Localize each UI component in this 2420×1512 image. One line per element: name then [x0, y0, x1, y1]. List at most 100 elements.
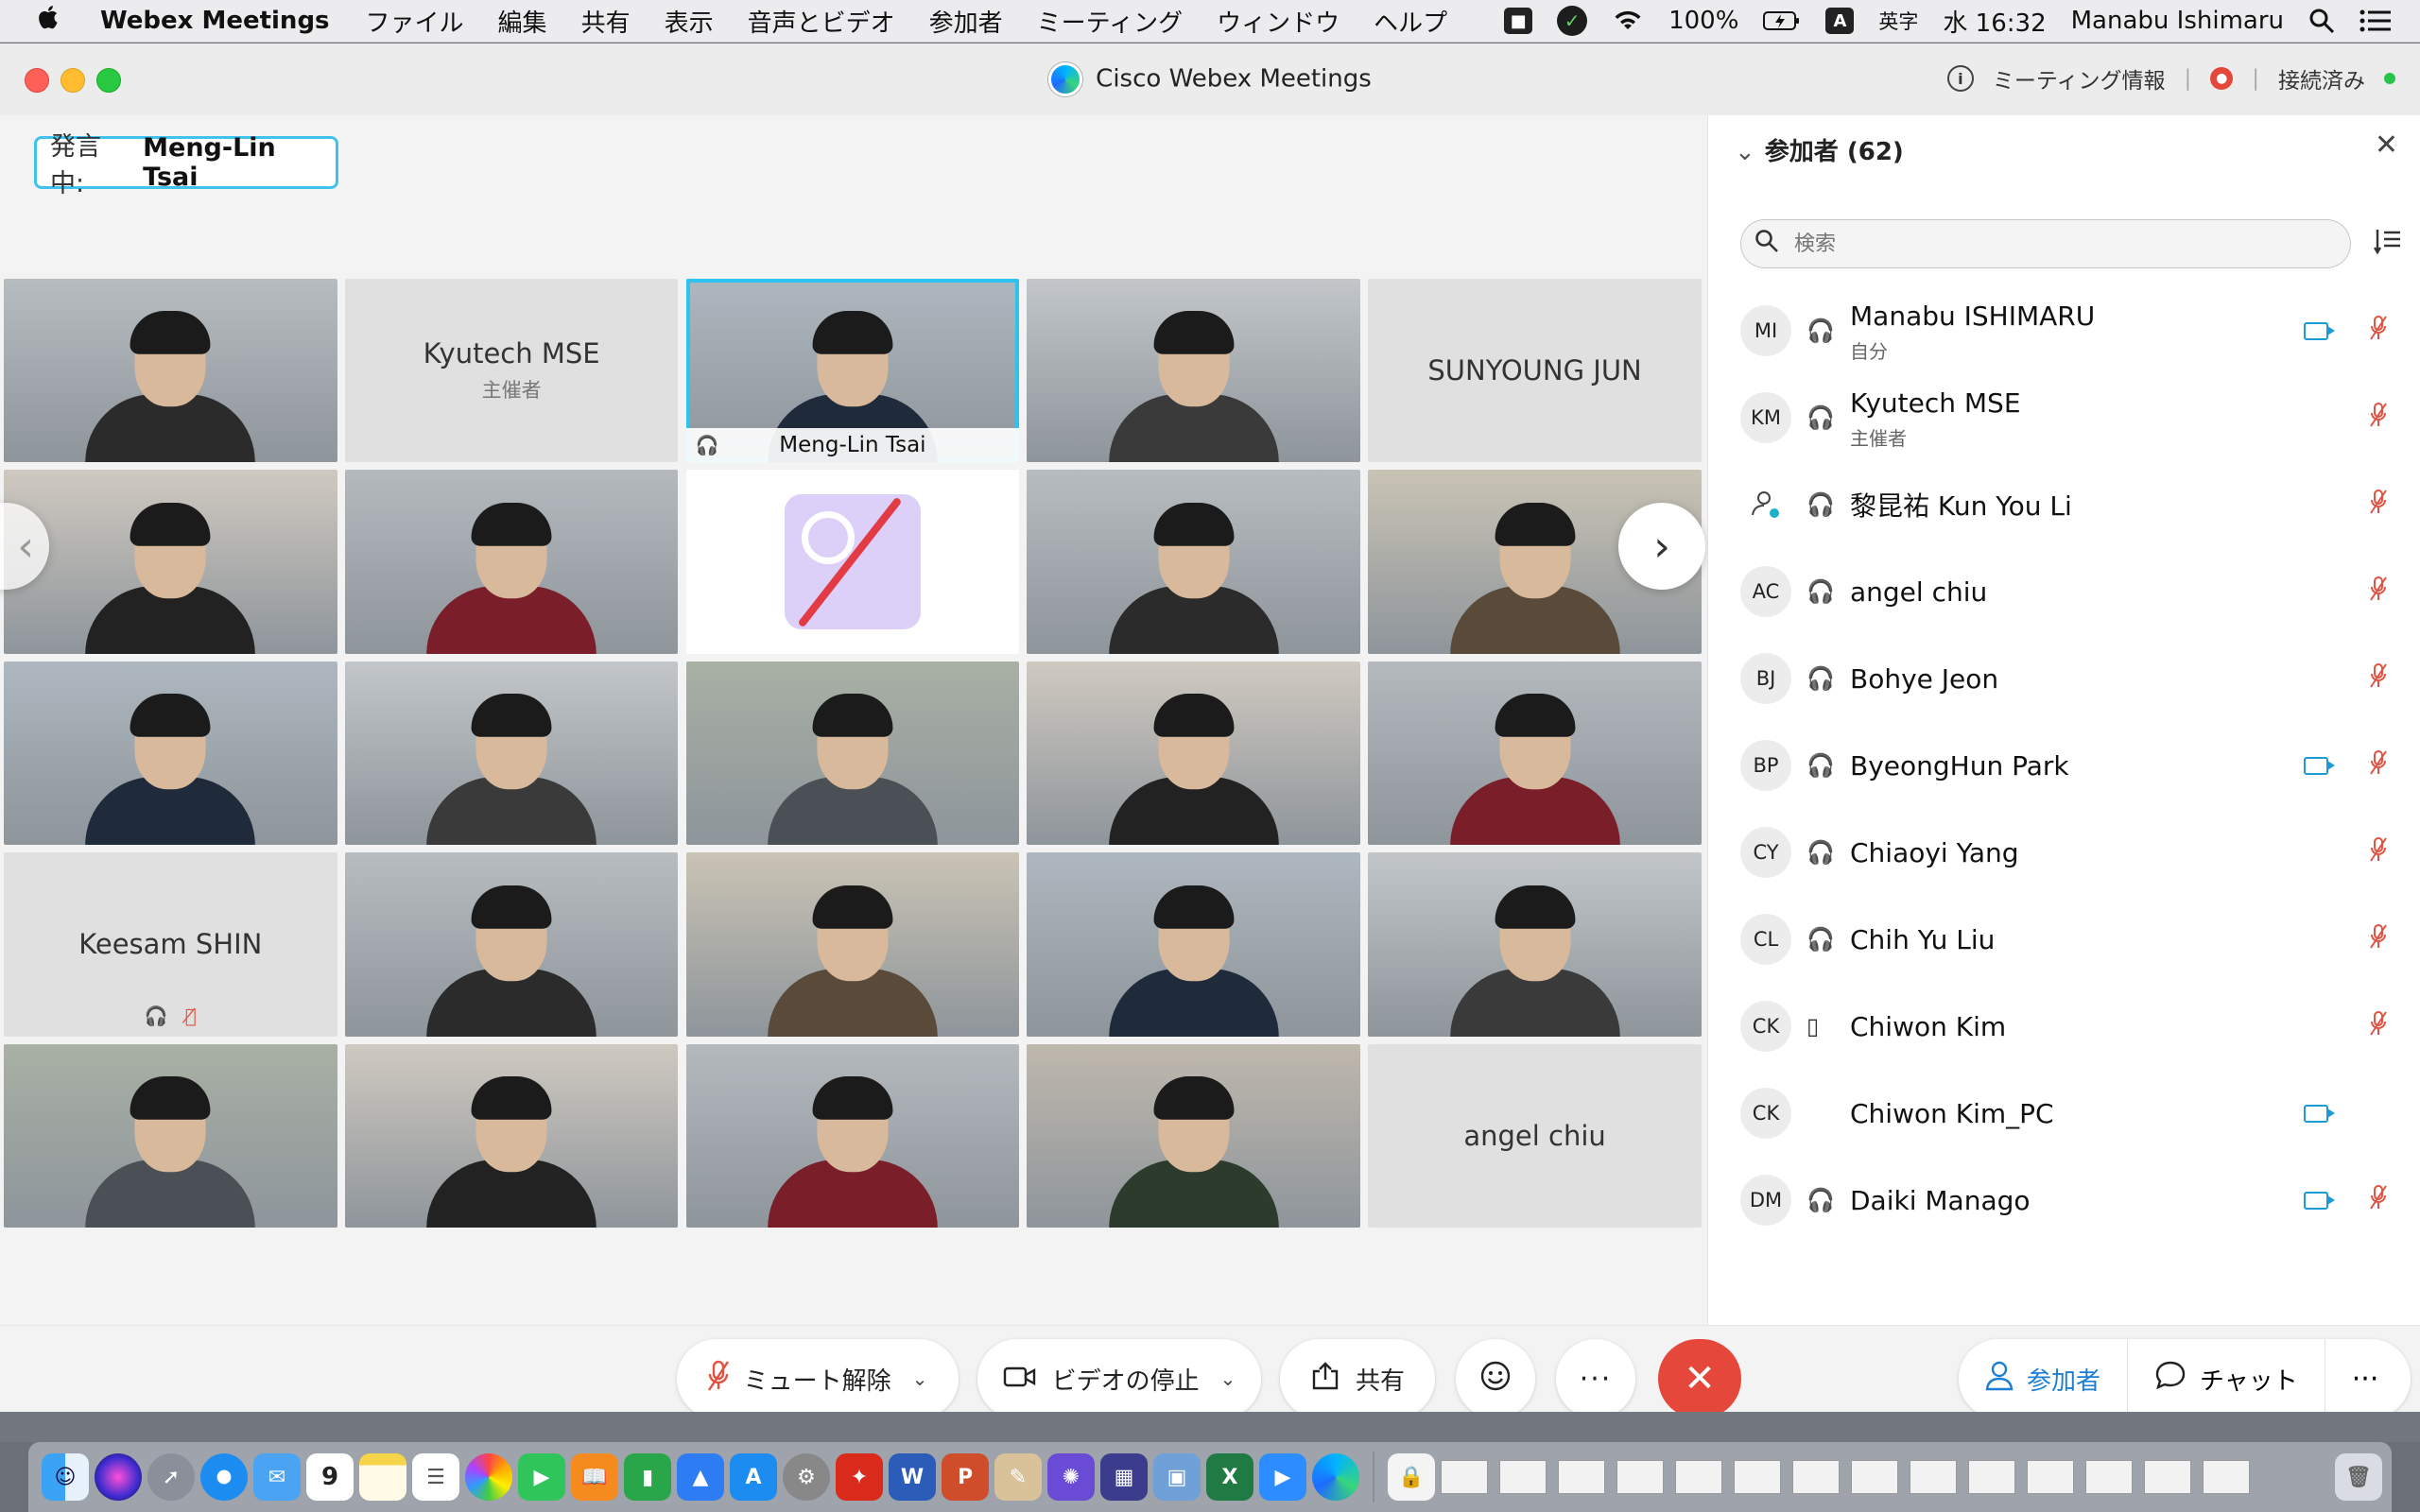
video-on-icon[interactable]	[2304, 321, 2335, 340]
participant-video-tile[interactable]	[685, 1043, 1020, 1228]
lock-document-icon[interactable]: 🔒	[1388, 1453, 1435, 1501]
minimized-window-thumbnail[interactable]	[2085, 1460, 2133, 1494]
video-on-icon[interactable]	[2304, 1191, 2335, 1210]
reactions-button[interactable]	[1456, 1339, 1535, 1412]
wifi-icon[interactable]	[1612, 9, 1644, 33]
more-options-button[interactable]: ···	[1556, 1339, 1635, 1412]
reminders-icon[interactable]: ☰	[412, 1453, 459, 1501]
participant-name-tile[interactable]: SUNYOUNG JUN	[1368, 279, 1702, 463]
share-button[interactable]: 共有	[1280, 1339, 1435, 1412]
keynote-icon[interactable]: ▲	[677, 1453, 724, 1501]
video-on-icon[interactable]	[2304, 1104, 2335, 1123]
info-icon[interactable]: i	[1946, 65, 1974, 92]
molecule-app-icon[interactable]: ✺	[1047, 1453, 1095, 1501]
minimized-window-thumbnail[interactable]	[1616, 1460, 1664, 1494]
recording-icon[interactable]: ●	[2210, 67, 2234, 90]
participant-video-tile[interactable]	[4, 1043, 337, 1228]
menu-help[interactable]: ヘルプ	[1374, 4, 1447, 39]
mic-off-icon[interactable]	[2370, 1010, 2387, 1042]
notification-center-icon[interactable]	[2360, 9, 2392, 33]
unmute-button[interactable]: ミュート解除 ⌄	[677, 1339, 959, 1412]
system-preferences-icon[interactable]: ⚙	[783, 1453, 830, 1501]
video-camera-status-icon[interactable]: ■	[1504, 8, 1533, 34]
excel-icon[interactable]: X	[1206, 1453, 1253, 1501]
minimized-window-thumbnail[interactable]	[1968, 1460, 2015, 1494]
calendar-icon[interactable]: 9	[306, 1453, 354, 1501]
menu-file[interactable]: ファイル	[366, 4, 464, 39]
launchpad-icon[interactable]: ➚	[147, 1453, 195, 1501]
participant-row[interactable]: 🎧 黎昆祐 Kun You Li	[1708, 461, 2420, 548]
participant-video-tile[interactable]	[1027, 852, 1361, 1037]
participant-video-tile[interactable]	[344, 661, 679, 846]
chevron-down-icon[interactable]: ⌄	[1735, 138, 1755, 166]
chevron-down-icon[interactable]: ⌄	[1220, 1367, 1236, 1390]
minimized-window-thumbnail[interactable]	[1441, 1460, 1488, 1494]
powerpoint-icon[interactable]: P	[942, 1453, 989, 1501]
participant-row[interactable]: BJ 🎧 Bohye Jeon	[1708, 635, 2420, 722]
participant-row[interactable]: CY 🎧 Chiaoyi Yang	[1708, 809, 2420, 896]
minimized-window-thumbnail[interactable]	[2203, 1460, 2250, 1494]
minimized-window-thumbnail[interactable]	[1734, 1460, 1781, 1494]
sort-list-icon[interactable]	[2373, 227, 2402, 263]
participant-video-tile[interactable]	[344, 1043, 679, 1228]
participant-row[interactable]: CL 🎧 Chih Yu Liu	[1708, 896, 2420, 983]
preview-icon[interactable]: ▣	[1153, 1453, 1201, 1501]
mic-off-icon[interactable]	[2370, 836, 2387, 868]
participant-video-tile[interactable]	[1368, 661, 1702, 846]
next-page-button[interactable]: ›	[1618, 503, 1705, 590]
menubar-user[interactable]: Manabu Ishimaru	[2071, 7, 2284, 35]
minimized-window-thumbnail[interactable]	[2144, 1460, 2191, 1494]
participant-name-tile[interactable]: Kyutech MSE 主催者	[344, 279, 679, 463]
photos-icon[interactable]	[465, 1453, 512, 1501]
participant-video-tile[interactable]	[1368, 852, 1702, 1037]
webex-dock-icon[interactable]	[1312, 1453, 1359, 1501]
participant-video-tile[interactable]	[4, 470, 337, 654]
tools-app-icon[interactable]: ✎	[994, 1453, 1042, 1501]
participant-row[interactable]: DM 🎧 Daiki Manago	[1708, 1157, 2420, 1244]
participant-video-tile[interactable]	[1027, 279, 1361, 463]
trash-icon[interactable]: 🗑	[2335, 1453, 2382, 1501]
mic-off-icon[interactable]	[2370, 923, 2387, 955]
mic-off-icon[interactable]	[2370, 576, 2387, 608]
safari-icon[interactable]	[200, 1453, 248, 1501]
menu-audio-video[interactable]: 音声とビデオ	[748, 4, 895, 39]
menu-window[interactable]: ウィンドウ	[1217, 4, 1340, 39]
mic-off-icon[interactable]	[2370, 662, 2387, 695]
participant-row[interactable]: AC 🎧 angel chiu	[1708, 548, 2420, 635]
word-icon[interactable]: W	[889, 1453, 936, 1501]
video-off-tile[interactable]	[685, 470, 1020, 654]
participant-video-tile[interactable]	[344, 852, 679, 1037]
participant-row[interactable]: KM 🎧 Kyutech MSE 主催者	[1708, 374, 2420, 461]
close-panel-button[interactable]: ✕	[2375, 129, 2398, 162]
mail-icon[interactable]: ✉	[253, 1453, 301, 1501]
participant-search[interactable]	[1740, 219, 2351, 268]
app-menu[interactable]: Webex Meetings	[100, 7, 330, 35]
minimized-window-thumbnail[interactable]	[1792, 1460, 1840, 1494]
participant-name-tile[interactable]: angel chiu	[1368, 1043, 1702, 1228]
minimized-window-thumbnail[interactable]	[1675, 1460, 1722, 1494]
stop-video-button[interactable]: ビデオの停止 ⌄	[977, 1339, 1261, 1412]
books-icon[interactable]: 📖	[571, 1453, 618, 1501]
facetime-icon[interactable]: ▶	[518, 1453, 565, 1501]
leave-meeting-button[interactable]: ✕	[1658, 1339, 1741, 1412]
menu-participants[interactable]: 参加者	[929, 4, 1003, 39]
app-store-icon[interactable]: A	[730, 1453, 777, 1501]
participant-video-tile[interactable]	[344, 470, 679, 654]
acrobat-icon[interactable]: ✦	[836, 1453, 883, 1501]
finder-icon[interactable]: ☺	[42, 1453, 89, 1501]
mic-off-icon[interactable]	[2370, 315, 2387, 347]
participant-video-tile[interactable]	[4, 661, 337, 846]
minimized-window-thumbnail[interactable]	[1499, 1460, 1547, 1494]
webex-status-icon[interactable]: ✓	[1557, 6, 1588, 36]
minimized-window-thumbnail[interactable]	[2027, 1460, 2074, 1494]
participant-row[interactable]: BP 🎧 ByeongHun Park	[1708, 722, 2420, 809]
battery-charging-icon[interactable]	[1763, 10, 1801, 31]
chevron-down-icon[interactable]: ⌄	[912, 1367, 928, 1390]
minimized-window-thumbnail[interactable]	[1851, 1460, 1898, 1494]
mic-off-icon[interactable]	[2370, 489, 2387, 521]
spotlight-search-icon[interactable]	[2308, 8, 2335, 34]
participant-video-tile[interactable]	[685, 661, 1020, 846]
participant-video-tile[interactable]	[1027, 661, 1361, 846]
participant-search-input[interactable]	[1792, 231, 2325, 257]
panel-more-button[interactable]: ···	[2325, 1339, 2406, 1412]
